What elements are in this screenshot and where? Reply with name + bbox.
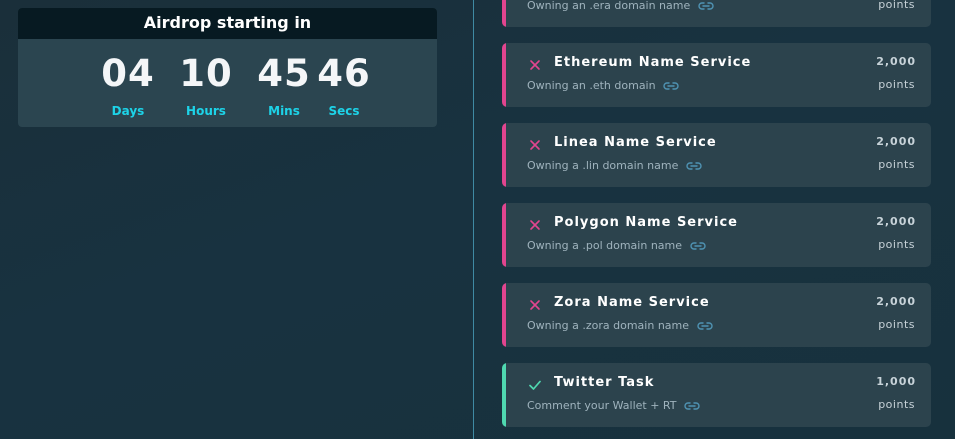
task-description: Owning a .zora domain name (527, 319, 713, 332)
points-label: points (878, 238, 915, 251)
task-description: Owning an .eth domain (527, 79, 679, 92)
secs-label: Secs (328, 104, 360, 118)
close-icon (530, 220, 540, 230)
status-bar (502, 43, 506, 107)
task-points: 2,000 (876, 55, 916, 68)
task-card[interactable]: Zora Name Service Owning a .zora domain … (502, 283, 931, 347)
task-description: Owning a .pol domain name (527, 239, 706, 252)
countdown-hours: 10 Hours (171, 52, 241, 118)
task-description-text: Owning an .era domain name (527, 0, 691, 12)
link-icon[interactable] (689, 241, 706, 251)
check-icon (529, 380, 541, 390)
status-bar (502, 0, 506, 27)
status-bar (502, 203, 506, 267)
points-label: points (878, 158, 915, 171)
task-title: Twitter Task (554, 375, 655, 390)
points-label: points (878, 78, 915, 91)
close-icon (530, 60, 540, 70)
points-label: points (878, 398, 915, 411)
task-title: Polygon Name Service (554, 215, 738, 230)
task-description-text: Owning a .lin domain name (527, 159, 679, 172)
task-points: 2,000 (876, 215, 916, 228)
airdrop-countdown: Airdrop starting in 04 Days 10 Hours 45 … (18, 8, 437, 127)
link-icon[interactable] (684, 401, 700, 411)
task-points: 2,000 (876, 295, 916, 308)
hours-value: 10 (179, 52, 233, 95)
task-description: Comment your Wallet + RT (527, 399, 700, 412)
column-divider (473, 0, 474, 439)
link-icon[interactable] (686, 161, 702, 171)
task-card[interactable]: Linea Name Service Owning a .lin domain … (502, 123, 931, 187)
secs-value: 46 (317, 52, 371, 95)
points-label: points (878, 0, 915, 11)
countdown-title: Airdrop starting in (18, 8, 437, 39)
status-bar (502, 123, 506, 187)
hours-label: Hours (186, 104, 226, 118)
task-description-text: Owning a .zora domain name (527, 319, 690, 332)
countdown-secs: 46 Secs (309, 52, 379, 118)
task-description: Owning an .era domain name (527, 0, 714, 12)
task-description-text: Comment your Wallet + RT (527, 399, 677, 412)
task-points: 1,000 (876, 375, 916, 388)
days-label: Days (111, 104, 145, 118)
status-bar (502, 363, 506, 427)
status-bar (502, 283, 506, 347)
task-description: Owning a .lin domain name (527, 159, 702, 172)
days-value: 04 (101, 52, 155, 95)
countdown-days: 04 Days (93, 52, 163, 118)
task-title: Ethereum Name Service (554, 55, 752, 70)
task-title: Linea Name Service (554, 135, 717, 150)
link-icon[interactable] (663, 81, 679, 91)
task-card[interactable]: Ethereum Name Service Owning an .eth dom… (502, 43, 931, 107)
link-icon[interactable] (698, 1, 714, 11)
points-label: points (878, 318, 915, 331)
task-card[interactable]: Polygon Name Service Owning a .pol domai… (502, 203, 931, 267)
link-icon[interactable] (696, 321, 713, 331)
close-icon (530, 140, 540, 150)
close-icon (530, 300, 540, 310)
task-card[interactable]: Twitter Task Comment your Wallet + RT 1,… (502, 363, 931, 427)
task-points: 2,000 (876, 135, 916, 148)
task-title: Zora Name Service (554, 295, 710, 310)
task-description-text: Owning an .eth domain (527, 79, 656, 92)
task-card[interactable]: Owning an .era domain name points (502, 0, 931, 27)
task-description-text: Owning a .pol domain name (527, 239, 683, 252)
